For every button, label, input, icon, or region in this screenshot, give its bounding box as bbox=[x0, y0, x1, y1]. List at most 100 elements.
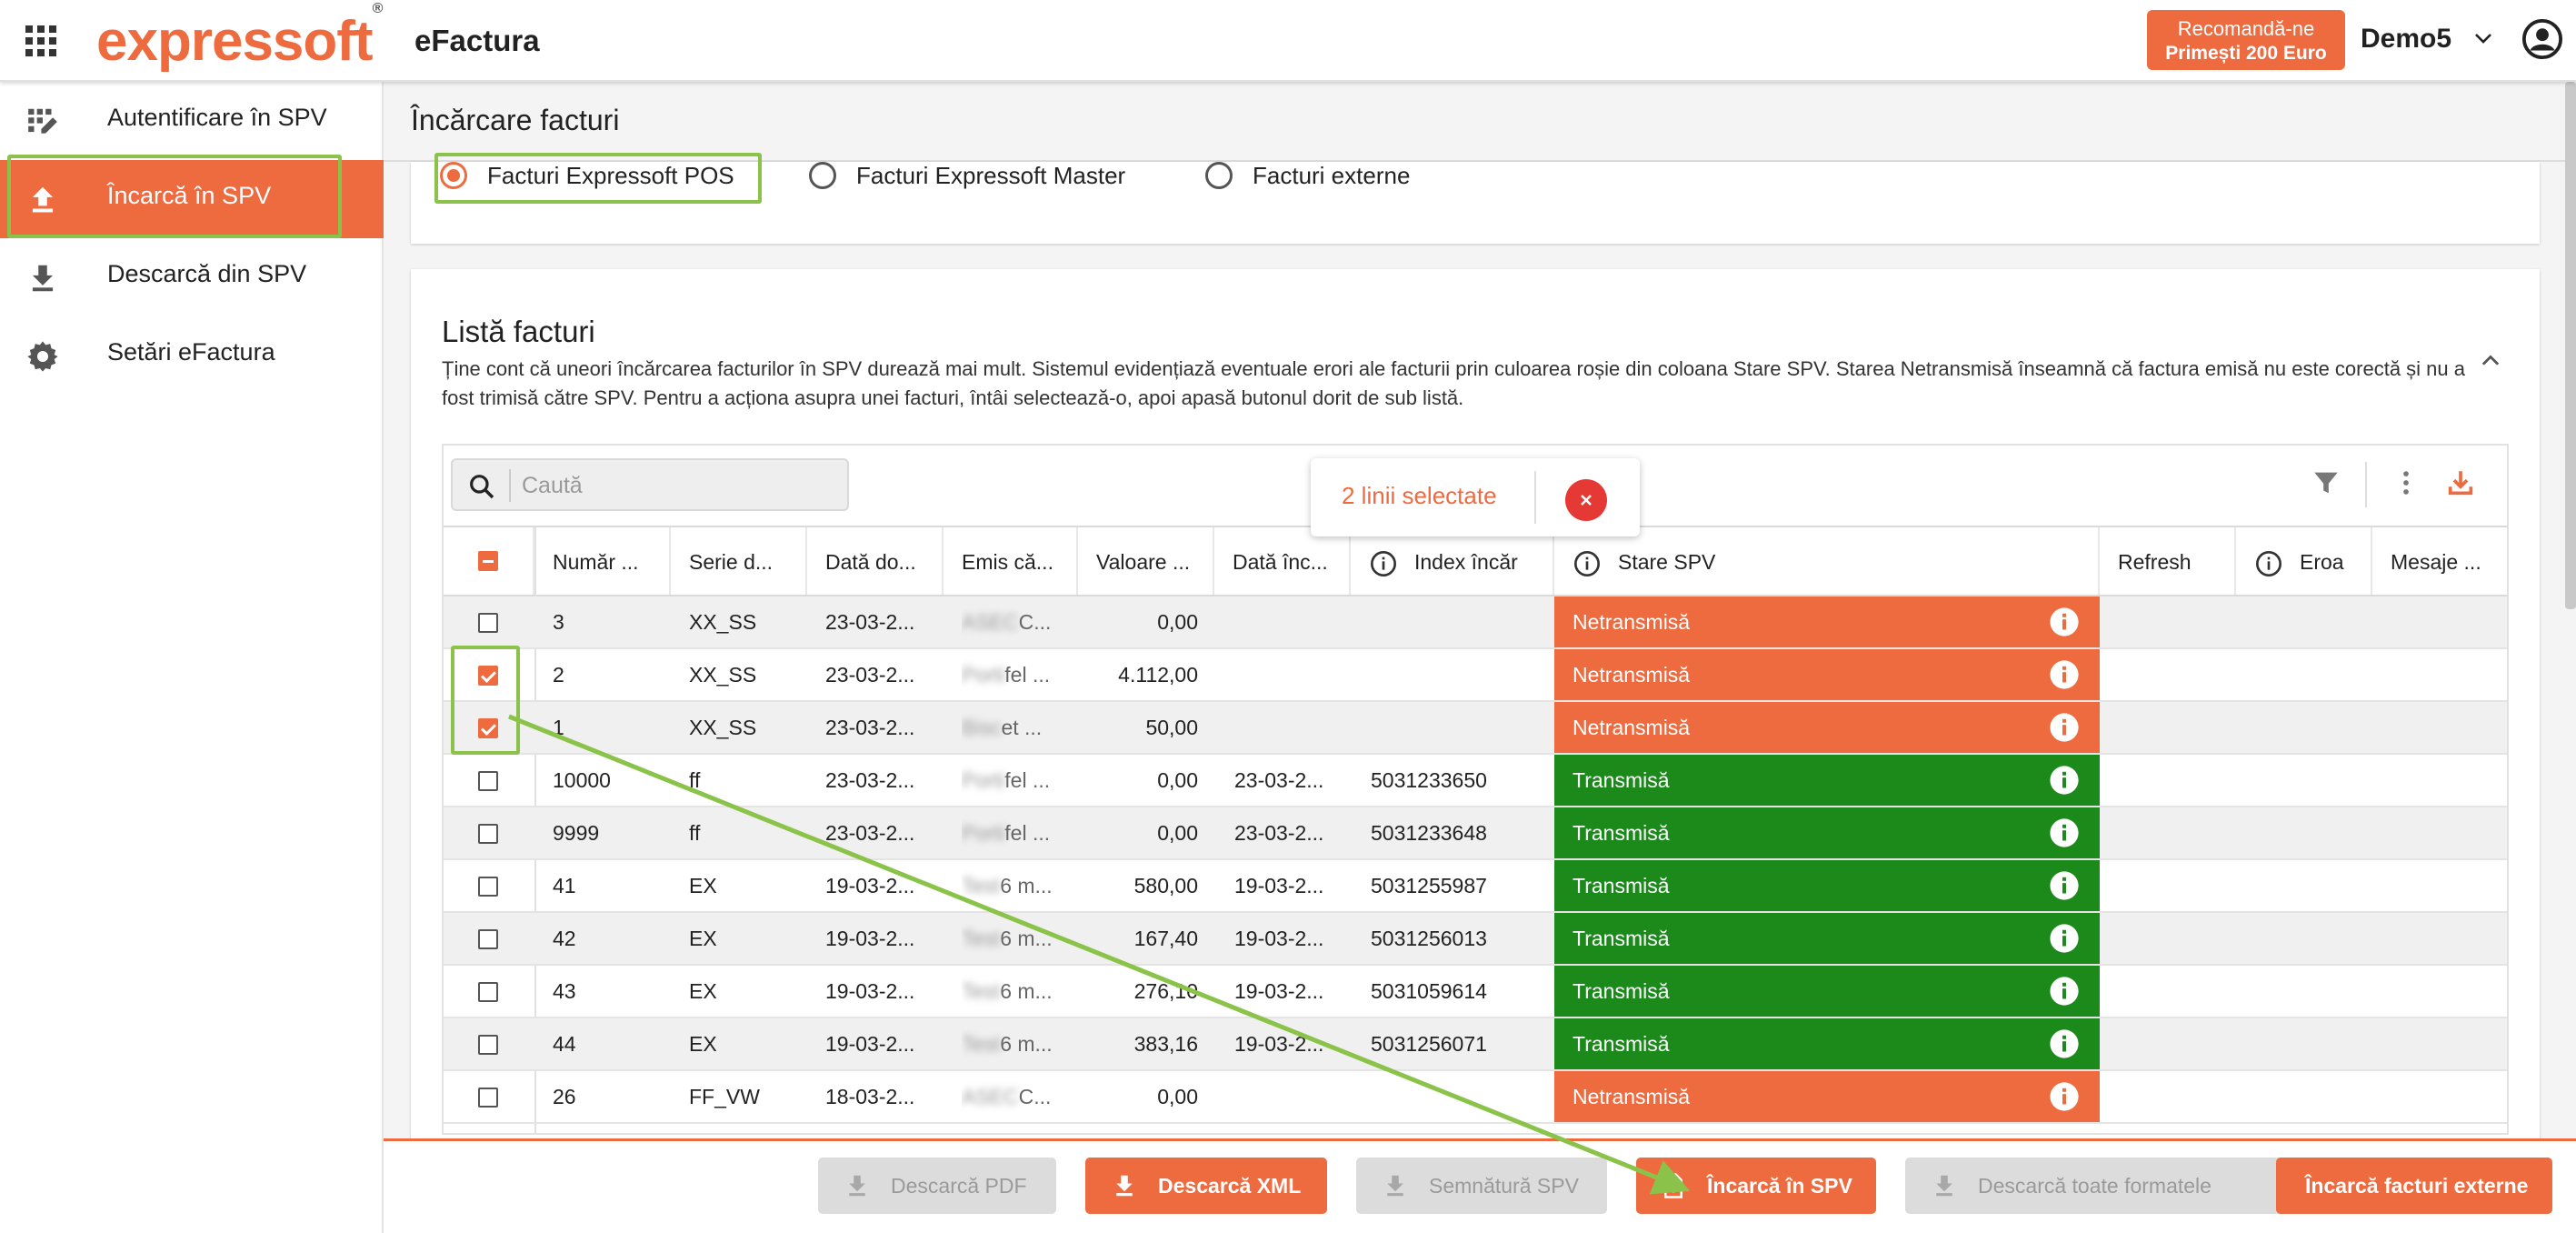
col-header-series[interactable]: Serie d... bbox=[671, 527, 807, 596]
upload-spv-button[interactable]: Încarcă în SPV bbox=[1636, 1158, 1876, 1214]
status-badge: Netransmisă bbox=[1554, 702, 2100, 753]
info-icon[interactable] bbox=[2049, 976, 2080, 1007]
cell-number: 2 bbox=[553, 663, 564, 687]
col-header-messages[interactable]: Mesaje ... bbox=[2372, 527, 2507, 596]
toolbar-separator bbox=[2365, 462, 2367, 507]
upload-external-invoices-button[interactable]: Încarcă facturi externe bbox=[2276, 1158, 2552, 1214]
info-outline-icon[interactable] bbox=[1369, 549, 1398, 578]
sidebar-item-settings[interactable]: Setări eFactura bbox=[0, 316, 384, 395]
info-icon[interactable] bbox=[2049, 817, 2080, 848]
cell-value: 580,00 bbox=[1133, 874, 1198, 897]
table-row[interactable]: 2 XX_SS 23-03-2... Portifel ... 4.112,00 Netr… bbox=[444, 649, 2507, 702]
chevron-down-icon[interactable] bbox=[2472, 27, 2494, 49]
search-icon bbox=[470, 475, 494, 499]
col-header-doc-date[interactable]: Dată do... bbox=[807, 527, 944, 596]
download-xml-button[interactable]: Descarcă XML bbox=[1085, 1158, 1327, 1214]
cell-value: 50,00 bbox=[1145, 716, 1198, 739]
table-row[interactable]: 42 EX 19-03-2... Test6 m... 167,40 19-03-2...… bbox=[444, 913, 2507, 966]
cell-upload-date: 19-03-2... bbox=[1234, 874, 1324, 897]
clear-selection-button[interactable] bbox=[1565, 479, 1607, 521]
cell-value: 167,40 bbox=[1133, 927, 1198, 950]
cell-series: FF_VW bbox=[689, 1085, 760, 1108]
chevron-up-icon[interactable] bbox=[2478, 347, 2503, 373]
col-header-refresh[interactable]: Refresh bbox=[2100, 527, 2236, 596]
row-checkbox[interactable] bbox=[478, 613, 498, 633]
col-header-upload-date[interactable]: Dată înc... bbox=[1214, 527, 1351, 596]
status-text: Transmisă bbox=[1573, 1032, 1670, 1056]
cell-series: EX bbox=[689, 927, 717, 950]
info-outline-icon[interactable] bbox=[1573, 549, 1602, 578]
table-row[interactable]: 26 FF_VW 18-03-2... ASECC... 0,00 Netransmisă bbox=[444, 1071, 2507, 1124]
file-upload-icon bbox=[1664, 1173, 1682, 1198]
info-icon[interactable] bbox=[2049, 1081, 2080, 1112]
info-icon[interactable] bbox=[2049, 606, 2080, 637]
cell-doc-date: 23-03-2... bbox=[825, 610, 915, 634]
status-text: Transmisă bbox=[1573, 979, 1670, 1003]
table-row[interactable]: 41 EX 19-03-2... Test6 m... 580,00 19-03-2...… bbox=[444, 860, 2507, 913]
auth-icon bbox=[28, 108, 57, 134]
col-header-number[interactable]: Număr ... bbox=[534, 527, 671, 596]
info-icon[interactable] bbox=[2049, 870, 2080, 901]
sidebar-item-auth[interactable]: Autentificare în SPV bbox=[0, 82, 384, 160]
table-row[interactable]: 10000 ff 23-03-2... Portifel ... 0,00 23-03-2… bbox=[444, 755, 2507, 807]
col-header-error[interactable]: Eroa bbox=[2236, 527, 2372, 596]
sidebar-item-download[interactable]: Descarcă din SPV bbox=[0, 238, 384, 316]
row-checkbox[interactable] bbox=[478, 929, 498, 949]
cell-value: 0,00 bbox=[1157, 821, 1198, 845]
col-header-issued-to[interactable]: Emis că... bbox=[944, 527, 1078, 596]
col-header-spv-status[interactable]: Stare SPV bbox=[1554, 527, 2100, 596]
row-checkbox[interactable] bbox=[478, 824, 498, 844]
cell-series: EX bbox=[689, 979, 717, 1003]
recommend-button[interactable]: Recomandă-ne Primești 200 Euro bbox=[2147, 10, 2345, 70]
cell-upload-date bbox=[1234, 702, 1349, 753]
search-input[interactable] bbox=[522, 467, 831, 504]
page-scrollbar[interactable] bbox=[2565, 82, 2576, 609]
download-pdf-button[interactable]: Descarcă PDF bbox=[818, 1158, 1056, 1214]
selection-toolbar: 2 linii selectate bbox=[1311, 458, 1640, 536]
info-icon[interactable] bbox=[2049, 659, 2080, 690]
radio-indicator bbox=[440, 162, 467, 189]
more-vert-icon[interactable] bbox=[2391, 467, 2421, 498]
cell-number: 26 bbox=[553, 1085, 576, 1108]
col-header-value[interactable]: Valoare ... bbox=[1078, 527, 1214, 596]
cell-issued-to: Test6 m... bbox=[962, 979, 1053, 1003]
status-badge: Netransmisă bbox=[1554, 1071, 2100, 1122]
info-icon[interactable] bbox=[2049, 1028, 2080, 1059]
filter-icon[interactable] bbox=[2311, 467, 2341, 498]
row-checkbox[interactable] bbox=[478, 1035, 498, 1055]
cell-upload-date: 23-03-2... bbox=[1234, 821, 1324, 845]
row-checkbox[interactable] bbox=[478, 1088, 498, 1108]
apps-grid-icon[interactable] bbox=[25, 25, 56, 56]
row-checkbox[interactable] bbox=[478, 718, 498, 738]
row-checkbox[interactable] bbox=[478, 666, 498, 686]
col-header-upload-index[interactable]: Index încăr bbox=[1351, 527, 1554, 596]
info-icon[interactable] bbox=[2049, 765, 2080, 796]
info-icon[interactable] bbox=[2049, 712, 2080, 743]
row-checkbox[interactable] bbox=[478, 982, 498, 1002]
status-badge: Transmisă bbox=[1554, 755, 2100, 806]
table-row[interactable]: 44 EX 19-03-2... Test6 m... 383,16 19-03-2...… bbox=[444, 1018, 2507, 1071]
account-icon[interactable] bbox=[2521, 18, 2563, 60]
select-all-checkbox[interactable] bbox=[478, 551, 498, 571]
user-name[interactable]: Demo5 bbox=[2361, 24, 2451, 55]
cell-doc-date: 19-03-2... bbox=[825, 1032, 915, 1056]
selection-count: 2 linii selectate bbox=[1342, 482, 1497, 509]
radio-indicator bbox=[1205, 162, 1233, 189]
row-checkbox[interactable] bbox=[478, 771, 498, 791]
row-checkbox[interactable] bbox=[478, 877, 498, 897]
status-badge: Netransmisă bbox=[1554, 596, 2100, 647]
cell-doc-date: 23-03-2... bbox=[825, 663, 915, 687]
table-row[interactable]: 9999 ff 23-03-2... Portifel ... 0,00 23-03-2.… bbox=[444, 807, 2507, 860]
select-all-header bbox=[444, 527, 534, 596]
selection-separator bbox=[1534, 471, 1536, 524]
spv-signature-button[interactable]: Semnătură SPV bbox=[1356, 1158, 1607, 1214]
export-download-icon[interactable] bbox=[2445, 467, 2476, 498]
download-all-formats-button[interactable]: Descarcă toate formatele bbox=[1905, 1158, 2287, 1214]
sidebar-item-upload[interactable]: Încarcă în SPV bbox=[0, 160, 384, 238]
info-outline-icon[interactable] bbox=[2254, 549, 2283, 578]
gear-icon bbox=[27, 341, 58, 372]
info-icon[interactable] bbox=[2049, 923, 2080, 954]
table-row[interactable]: 3 XX_SS 23-03-2... ASECC... 0,00 Netransmisă bbox=[444, 596, 2507, 649]
table-row[interactable]: 43 EX 19-03-2... Test6 m... 276,10 19-03-2...… bbox=[444, 966, 2507, 1018]
table-row[interactable]: 1 XX_SS 23-03-2... Biscet ... 50,00 Netransmi… bbox=[444, 702, 2507, 755]
